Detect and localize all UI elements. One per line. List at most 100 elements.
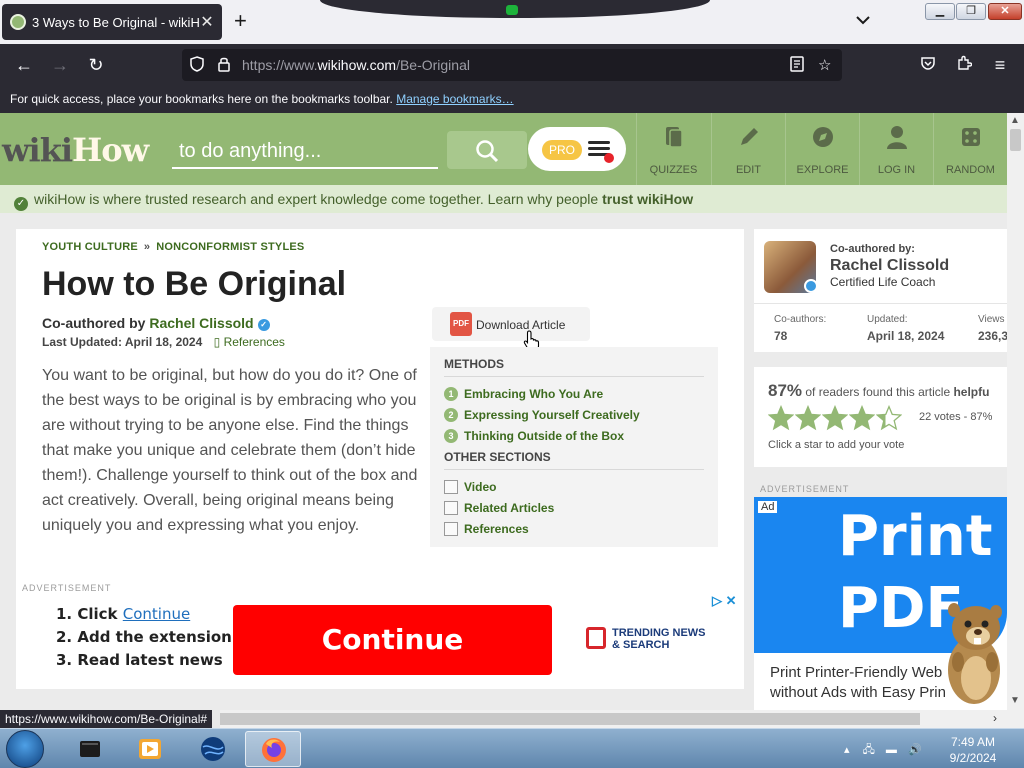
coauthored-by-label: Co-authored by: (830, 243, 915, 255)
star-5[interactable] (876, 405, 902, 431)
tray-expand-icon: ▴ (844, 744, 850, 756)
rating-hint: Click a star to add your vote (768, 439, 905, 451)
avatar[interactable] (764, 241, 818, 293)
compass-icon (812, 127, 833, 147)
scroll-right-icon[interactable]: › (993, 711, 997, 725)
system-clock[interactable]: 7:49 AM 9/2/2024 (940, 734, 1006, 766)
references-link[interactable]: ▯ References (214, 335, 285, 349)
toc-references[interactable]: References (444, 518, 704, 539)
toc-method-3[interactable]: 3 Thinking Outside of the Box (444, 425, 704, 446)
author-name[interactable]: Rachel Clissold (830, 257, 949, 275)
breadcrumb-youth-culture[interactable]: YOUTH CULTURE (42, 241, 138, 253)
start-button[interactable] (6, 730, 44, 768)
taskbar-firefox[interactable] (245, 731, 301, 767)
nav-explore[interactable]: EXPLORE (785, 113, 859, 185)
pocket-icon[interactable] (916, 53, 940, 77)
system-tray[interactable]: ▴ 🖧 ▬ 🔊 (844, 741, 922, 760)
star-rating[interactable] (768, 405, 903, 431)
video-icon (444, 479, 458, 494)
forward-icon[interactable]: → (48, 53, 72, 77)
window-close-button[interactable]: ✕ (988, 3, 1022, 20)
star-2[interactable] (795, 405, 821, 431)
star-1[interactable] (768, 405, 794, 431)
pencil-icon (740, 128, 758, 145)
app-menu-icon[interactable]: ≡ (988, 53, 1012, 77)
bookmark-star-icon[interactable]: ☆ (818, 56, 831, 74)
window-restore-button[interactable]: ❐ (956, 3, 986, 20)
lock-icon[interactable] (218, 56, 230, 76)
toc-related-articles[interactable]: Related Articles (444, 497, 704, 518)
trust-link[interactable]: trust wikiHow (602, 191, 693, 207)
document-icon (444, 521, 458, 536)
quiz-icon (665, 127, 683, 148)
trending-news-logo[interactable]: TRENDING NEWS & SEARCH (586, 627, 706, 651)
ad-steps: 1. Click Continue 2. Add the extension 3… (56, 605, 232, 669)
page-title: How to Be Original (42, 265, 347, 303)
search-input[interactable]: to do anything... (172, 133, 438, 169)
search-icon (476, 140, 499, 163)
table-of-contents: METHODS 1 Embracing Who You Are 2 Expressi… (430, 347, 718, 547)
tab-close-icon[interactable]: ✕ (200, 12, 214, 32)
manage-bookmarks-link[interactable]: Manage bookmarks… (396, 92, 513, 106)
reader-view-icon[interactable] (790, 56, 804, 76)
nav-login[interactable]: LOG IN (859, 113, 933, 185)
toc-video[interactable]: Video (444, 476, 704, 497)
web-page: wikiHow to do anything... PRO QUIZZES ED… (0, 113, 1007, 710)
gopher-mascot-icon (948, 603, 1002, 704)
media-player-icon (139, 739, 161, 759)
vertical-scrollbar[interactable]: ▲ ▼ (1007, 113, 1024, 710)
scroll-up-icon[interactable]: ▲ (1010, 115, 1020, 126)
breadcrumb-separator: » (143, 241, 151, 253)
scroll-down-icon[interactable]: ▼ (1010, 695, 1020, 706)
pro-menu-button[interactable]: PRO (528, 127, 626, 171)
sidebar-ad-label: ADVERTISEMENT (760, 484, 850, 494)
hscroll-thumb[interactable] (220, 713, 920, 725)
browser-tab[interactable]: 3 Ways to Be Original - wikiHow ✕ (2, 4, 222, 40)
coauthor-line: Co-authored by Rachel Clissold ✓ (42, 315, 270, 331)
wikihow-logo[interactable]: wikiHow (2, 131, 149, 169)
stat-coauthors: Co-authors: 78 (774, 314, 827, 343)
breadcrumb-nonconformist-styles[interactable]: NONCONFORMIST STYLES (156, 241, 304, 253)
nav-edit[interactable]: EDIT (711, 113, 785, 185)
window-minimize-button[interactable]: ▁ (925, 3, 955, 20)
taskbar-terminal[interactable] (62, 731, 118, 767)
search-button[interactable] (447, 131, 527, 169)
titlebar-notch (320, 0, 710, 18)
new-tab-button[interactable]: + (234, 10, 247, 32)
list-all-tabs-icon[interactable] (856, 12, 870, 30)
ad-continue-link[interactable]: Continue (123, 605, 190, 623)
helpful-summary: 87% of readers found this article helpfu (768, 381, 990, 400)
ad-choices-close-icon[interactable]: ▷ ✕ (712, 593, 737, 609)
nav-quizzes[interactable]: QUIZZES (636, 113, 710, 185)
tracking-shield-icon[interactable] (190, 56, 204, 76)
browser-navbar: ← → ↻ https://www.wikihow.com/Be-Origina… (0, 44, 1024, 86)
taskbar-media-player[interactable] (122, 731, 178, 767)
verified-icon (804, 279, 818, 293)
bookmarks-hint: For quick access, place your bookmarks h… (10, 92, 393, 106)
ad-tag: Ad (758, 501, 778, 513)
scroll-thumb[interactable] (1010, 129, 1021, 151)
reload-icon[interactable]: ↻ (84, 53, 108, 77)
star-3[interactable] (822, 405, 848, 431)
toc-method-1[interactable]: 1 Embracing Who You Are (444, 383, 704, 404)
star-4[interactable] (849, 405, 875, 431)
extensions-icon[interactable] (952, 53, 976, 77)
back-icon[interactable]: ← (12, 53, 36, 77)
firefox-icon (262, 738, 286, 762)
taskbar-globe[interactable] (185, 731, 241, 767)
url-text[interactable]: https://www.wikihow.com/Be-Original (242, 57, 470, 73)
taskbar: ▴ 🖧 ▬ 🔊 7:49 AM 9/2/2024 (0, 728, 1024, 768)
download-article-button[interactable]: PDF Download Article (432, 307, 590, 341)
display-icon: ▬ (885, 744, 897, 756)
horizontal-scrollbar[interactable]: › (220, 710, 1024, 728)
author-link[interactable]: Rachel Clissold (149, 315, 253, 331)
bottom-ad: ADVERTISEMENT 1. Click Continue 2. Add t… (16, 575, 744, 685)
last-updated: Last Updated: April 18, 2024 ▯ Reference… (42, 335, 285, 349)
address-bar[interactable]: https://www.wikihow.com/Be-Original ☆ (182, 49, 842, 81)
toc-method-2[interactable]: 2 Expressing Yourself Creatively (444, 404, 704, 425)
terminal-icon (80, 741, 100, 757)
nav-random[interactable]: RANDOM (933, 113, 1007, 185)
ad-continue-button[interactable]: Continue (233, 605, 552, 675)
user-icon (886, 126, 907, 149)
trending-news-icon (586, 627, 606, 649)
